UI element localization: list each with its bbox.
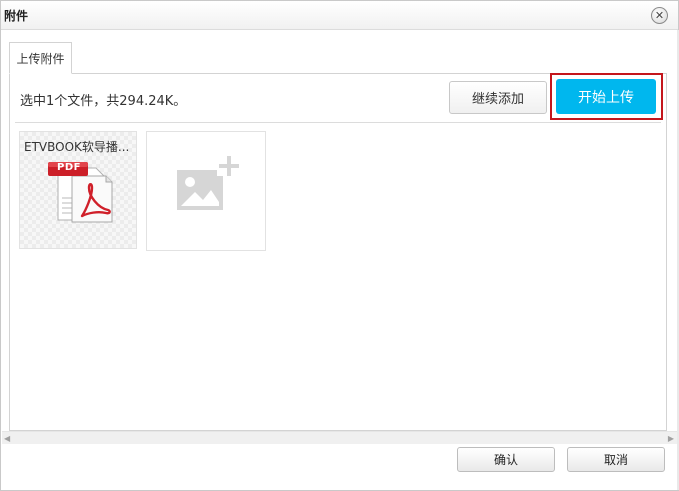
selection-status: 选中1个文件，共294.24K。: [20, 94, 187, 109]
confirm-button[interactable]: 确认: [457, 447, 555, 472]
add-file-tile[interactable]: [146, 131, 266, 251]
continue-add-button[interactable]: 继续添加: [449, 81, 547, 114]
tab-upload-attachment[interactable]: 上传附件: [9, 42, 72, 74]
upload-panel: [9, 73, 667, 431]
close-icon: ✕: [654, 9, 665, 22]
dialog-titlebar: 附件 ✕: [1, 1, 678, 30]
dialog-title: 附件: [4, 9, 29, 23]
file-name: ETVBOOK软导播...: [24, 140, 130, 154]
attachment-dialog: 附件 ✕ 上传附件 选中1个文件，共294.24K。 继续添加 开始上传 ETV…: [0, 0, 679, 491]
start-upload-button[interactable]: 开始上传: [556, 79, 656, 114]
horizontal-scrollbar[interactable]: ◀ ▶: [2, 431, 677, 444]
file-thumbnail[interactable]: ETVBOOK软导播... PDF: [19, 131, 137, 249]
scroll-left-icon[interactable]: ◀: [4, 434, 10, 443]
pdf-type-label: PDF: [57, 161, 81, 173]
scroll-right-icon[interactable]: ▶: [668, 434, 674, 443]
divider: [15, 122, 661, 123]
add-image-icon: [177, 156, 239, 210]
cancel-button[interactable]: 取消: [567, 447, 665, 472]
close-button[interactable]: ✕: [651, 7, 668, 24]
